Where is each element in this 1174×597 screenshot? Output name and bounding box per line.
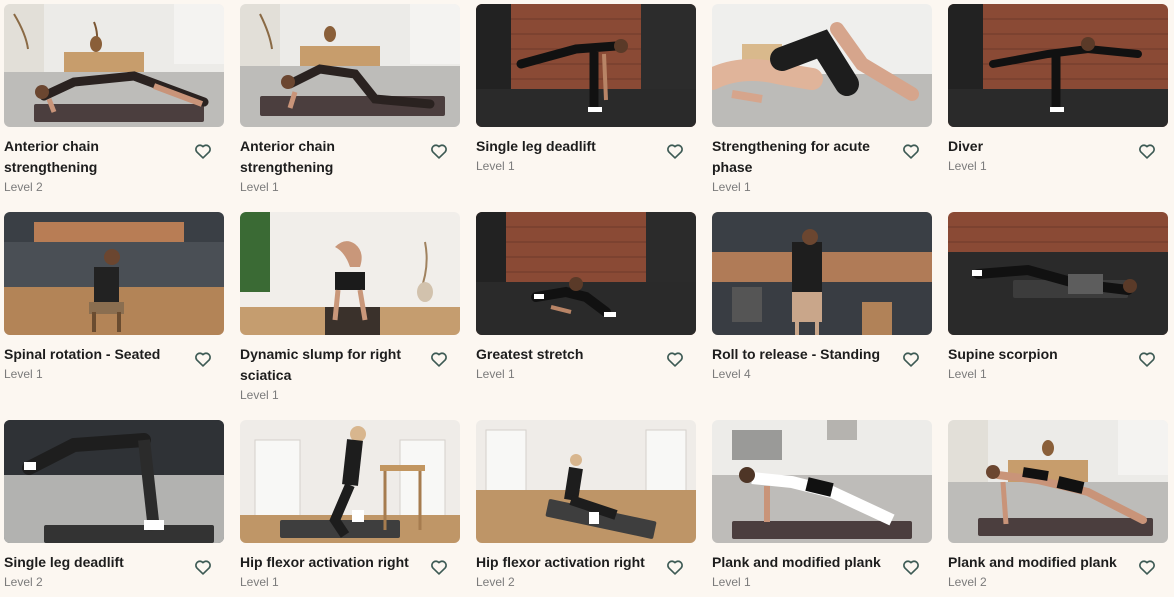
exercise-level: Level 2 (4, 575, 43, 589)
favorite-heart-icon[interactable] (1137, 349, 1159, 371)
exercise-card[interactable]: Anterior chain strengthening Level 2 (4, 4, 224, 204)
exercise-card[interactable]: Diver Level 1 (948, 4, 1168, 204)
exercise-card[interactable]: Supine scorpion Level 1 (948, 212, 1168, 412)
favorite-heart-icon[interactable] (665, 141, 687, 163)
exercise-card[interactable]: Plank and modified plank Level 2 (948, 420, 1168, 597)
exercise-title[interactable]: Single leg deadlift (476, 136, 661, 157)
exercise-thumbnail[interactable] (240, 212, 460, 335)
exercise-card[interactable]: Anterior chain strengthening Level 1 (240, 4, 460, 204)
favorite-heart-icon[interactable] (429, 557, 451, 579)
exercise-title[interactable]: Hip flexor activation right (240, 552, 425, 573)
exercise-thumbnail[interactable] (240, 4, 460, 127)
exercise-card[interactable]: Single leg deadlift Level 2 (4, 420, 224, 597)
exercise-thumbnail[interactable] (4, 4, 224, 127)
exercise-level: Level 1 (712, 575, 751, 589)
exercise-title[interactable]: Roll to release - Standing (712, 344, 897, 365)
exercise-level: Level 1 (476, 159, 515, 173)
exercise-title[interactable]: Greatest stretch (476, 344, 661, 365)
exercise-title[interactable]: Plank and modified plank (948, 552, 1133, 573)
exercise-title[interactable]: Strengthening for acute phase (712, 136, 897, 178)
exercise-thumbnail[interactable] (240, 420, 460, 543)
exercise-thumbnail[interactable] (948, 420, 1168, 543)
exercise-title[interactable]: Spinal rotation - Seated (4, 344, 189, 365)
exercise-card[interactable]: Hip flexor activation right Level 2 (476, 420, 696, 597)
exercise-card[interactable]: Single leg deadlift Level 1 (476, 4, 696, 204)
favorite-heart-icon[interactable] (901, 141, 923, 163)
exercise-level: Level 2 (476, 575, 515, 589)
exercise-level: Level 1 (4, 367, 43, 381)
favorite-heart-icon[interactable] (429, 141, 451, 163)
exercise-level: Level 1 (948, 367, 987, 381)
favorite-heart-icon[interactable] (193, 141, 215, 163)
exercise-title[interactable]: Diver (948, 136, 1133, 157)
favorite-heart-icon[interactable] (901, 557, 923, 579)
exercise-grid: Anterior chain strengthening Level 2 Ant… (0, 0, 1174, 597)
exercise-card[interactable]: Greatest stretch Level 1 (476, 212, 696, 412)
exercise-card[interactable]: Strengthening for acute phase Level 1 (712, 4, 932, 204)
exercise-title[interactable]: Supine scorpion (948, 344, 1133, 365)
exercise-thumbnail[interactable] (948, 4, 1168, 127)
favorite-heart-icon[interactable] (901, 349, 923, 371)
exercise-card[interactable]: Dynamic slump for right sciatica Level 1 (240, 212, 460, 412)
exercise-level: Level 1 (712, 180, 751, 194)
exercise-level: Level 1 (476, 367, 515, 381)
favorite-heart-icon[interactable] (429, 349, 451, 371)
exercise-title[interactable]: Plank and modified plank (712, 552, 897, 573)
favorite-heart-icon[interactable] (193, 349, 215, 371)
exercise-level: Level 1 (240, 575, 279, 589)
exercise-title[interactable]: Hip flexor activation right (476, 552, 661, 573)
exercise-title[interactable]: Single leg deadlift (4, 552, 189, 573)
exercise-thumbnail[interactable] (4, 212, 224, 335)
favorite-heart-icon[interactable] (665, 349, 687, 371)
exercise-level: Level 2 (948, 575, 987, 589)
exercise-title[interactable]: Dynamic slump for right sciatica (240, 344, 425, 386)
exercise-card[interactable]: Roll to release - Standing Level 4 (712, 212, 932, 412)
exercise-thumbnail[interactable] (476, 420, 696, 543)
exercise-level: Level 1 (240, 180, 279, 194)
favorite-heart-icon[interactable] (665, 557, 687, 579)
exercise-level: Level 1 (240, 388, 279, 402)
favorite-heart-icon[interactable] (193, 557, 215, 579)
exercise-level: Level 1 (948, 159, 987, 173)
exercise-level: Level 2 (4, 180, 43, 194)
exercise-level: Level 4 (712, 367, 751, 381)
exercise-thumbnail[interactable] (712, 420, 932, 543)
exercise-card[interactable]: Spinal rotation - Seated Level 1 (4, 212, 224, 412)
exercise-thumbnail[interactable] (712, 212, 932, 335)
exercise-card[interactable]: Hip flexor activation right Level 1 (240, 420, 460, 597)
exercise-thumbnail[interactable] (476, 212, 696, 335)
exercise-card[interactable]: Plank and modified plank Level 1 (712, 420, 932, 597)
exercise-thumbnail[interactable] (476, 4, 696, 127)
exercise-thumbnail[interactable] (4, 420, 224, 543)
favorite-heart-icon[interactable] (1137, 141, 1159, 163)
favorite-heart-icon[interactable] (1137, 557, 1159, 579)
exercise-thumbnail[interactable] (712, 4, 932, 127)
exercise-title[interactable]: Anterior chain strengthening (240, 136, 425, 178)
exercise-title[interactable]: Anterior chain strengthening (4, 136, 189, 178)
exercise-thumbnail[interactable] (948, 212, 1168, 335)
